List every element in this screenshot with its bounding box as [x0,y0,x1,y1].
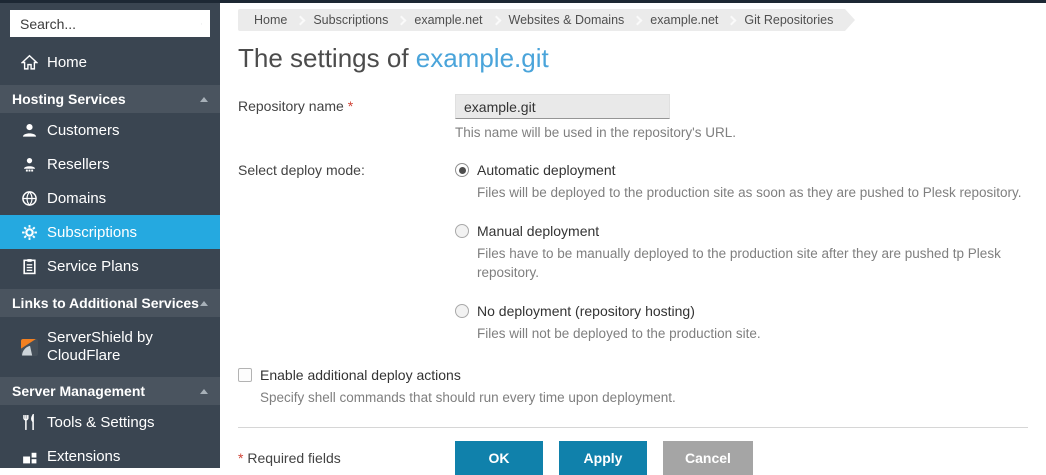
radio-no-deployment[interactable] [455,304,469,318]
form-divider [238,427,1028,428]
enable-deploy-actions-label[interactable]: Enable additional deploy actions [260,367,461,383]
sidebar-item-customers[interactable]: Customers [0,113,220,147]
sidebar-item-label: Home [47,54,87,71]
deploy-option-none: No deployment (repository hosting) Files… [455,303,1028,344]
required-fields-note: * Required fields [238,450,455,466]
breadcrumb-separator-icon [633,15,643,25]
extensions-icon [21,448,38,465]
repository-name-input[interactable] [455,94,670,119]
page-title-repo-name: example.git [416,43,549,73]
repository-name-row: Repository name * This name will be used… [238,94,1028,140]
deploy-option-automatic: Automatic deployment Files will be deplo… [455,162,1028,203]
customers-icon [21,122,38,139]
apply-button[interactable]: Apply [559,441,647,475]
button-row: OK Apply Cancel [455,441,1028,475]
breadcrumb-item-git-repositories[interactable]: Git Repositories [736,13,841,27]
sidebar-item-label: Service Plans [47,258,139,275]
radio-description: Files have to be manually deployed to th… [477,244,1028,283]
search-input[interactable] [20,16,201,32]
breadcrumb: Home Subscriptions example.net Websites … [238,9,845,31]
required-asterisk: * [238,450,243,466]
sidebar-item-label: Domains [47,190,106,207]
settings-form: Repository name * This name will be used… [238,94,1028,475]
section-label: Links to Additional Services [12,295,200,311]
tools-settings-icon [21,414,38,431]
sidebar-section-links-additional-services[interactable]: Links to Additional Services [0,289,220,317]
repository-name-field-cell: This name will be used in the repository… [455,94,1028,140]
home-icon [21,54,38,71]
breadcrumb-item-example-net-2[interactable]: example.net [642,13,726,27]
page-title: The settings of example.git [238,43,1028,74]
service-plans-icon [21,258,38,275]
sidebar-item-servershield[interactable]: ServerShield by CloudFlare [0,323,220,371]
sidebar-item-label: Subscriptions [47,224,137,241]
section-label: Server Management [12,383,200,399]
repository-name-hint: This name will be used in the repository… [455,125,1028,140]
top-border [0,0,1046,3]
collapse-arrow-icon [200,97,208,102]
sidebar-search[interactable] [10,10,210,37]
sidebar-section-hosting-services[interactable]: Hosting Services [0,85,220,113]
sidebar-item-resellers[interactable]: Resellers [0,147,220,181]
collapse-arrow-icon [200,389,208,394]
breadcrumb-item-subscriptions[interactable]: Subscriptions [305,13,396,27]
breadcrumb-separator-icon [397,15,407,25]
sidebar-item-label: Tools & Settings [47,414,155,431]
enable-deploy-actions-checkbox[interactable] [238,368,252,382]
sidebar-item-label: Resellers [47,156,110,173]
repository-name-label: Repository name * [238,94,455,140]
deploy-mode-options: Automatic deployment Files will be deplo… [455,158,1028,357]
radio-line: Automatic deployment [455,162,1028,178]
resellers-icon [21,156,38,173]
deploy-actions-row: Enable additional deploy actions Specify… [238,367,1028,405]
radio-label[interactable]: Manual deployment [477,223,599,239]
search-icon[interactable] [201,16,202,32]
breadcrumb-separator-icon [296,15,306,25]
radio-description: Files will be deployed to the production… [477,183,1028,203]
deploy-mode-label: Select deploy mode: [238,158,455,357]
sidebar-item-label: Customers [47,122,120,139]
radio-line: No deployment (repository hosting) [455,303,1028,319]
collapse-arrow-icon [200,301,208,306]
section-label: Hosting Services [12,91,200,107]
sidebar: Home Hosting Services Customers Reseller… [0,0,220,468]
breadcrumb-separator-icon [727,15,737,25]
subscriptions-icon [21,224,38,241]
sidebar-item-label: ServerShield by CloudFlare [47,329,197,365]
breadcrumb-item-websites-domains[interactable]: Websites & Domains [501,13,633,27]
deploy-option-manual: Manual deployment Files have to be manua… [455,223,1028,283]
page-title-prefix: The settings of [238,43,416,73]
breadcrumb-item-home[interactable]: Home [246,13,295,27]
deploy-actions-hint: Specify shell commands that should run e… [260,390,1028,405]
domains-icon [21,190,38,207]
sidebar-item-domains[interactable]: Domains [0,181,220,215]
sidebar-item-subscriptions[interactable]: Subscriptions [0,215,220,249]
radio-label[interactable]: Automatic deployment [477,162,616,178]
sidebar-item-home[interactable]: Home [0,45,220,79]
main-content: Home Subscriptions example.net Websites … [238,3,1028,475]
ok-button[interactable]: OK [455,441,543,475]
breadcrumb-item-example-net[interactable]: example.net [406,13,490,27]
servershield-icon [21,339,38,356]
radio-label[interactable]: No deployment (repository hosting) [477,303,695,319]
breadcrumb-separator-icon [491,15,501,25]
radio-description: Files will not be deployed to the produc… [477,324,1028,344]
sidebar-section-server-management[interactable]: Server Management [0,377,220,405]
sidebar-item-tools-settings[interactable]: Tools & Settings [0,405,220,439]
radio-line: Manual deployment [455,223,1028,239]
required-asterisk: * [348,98,353,114]
deploy-mode-row: Select deploy mode: Automatic deployment… [238,158,1028,357]
sidebar-item-label: Extensions [47,448,120,465]
sidebar-item-service-plans[interactable]: Service Plans [0,249,220,283]
form-footer: * Required fields OK Apply Cancel [238,441,1028,475]
radio-manual-deployment[interactable] [455,224,469,238]
cancel-button[interactable]: Cancel [663,441,753,475]
radio-automatic-deployment[interactable] [455,163,469,177]
checkbox-line: Enable additional deploy actions [238,367,1028,383]
